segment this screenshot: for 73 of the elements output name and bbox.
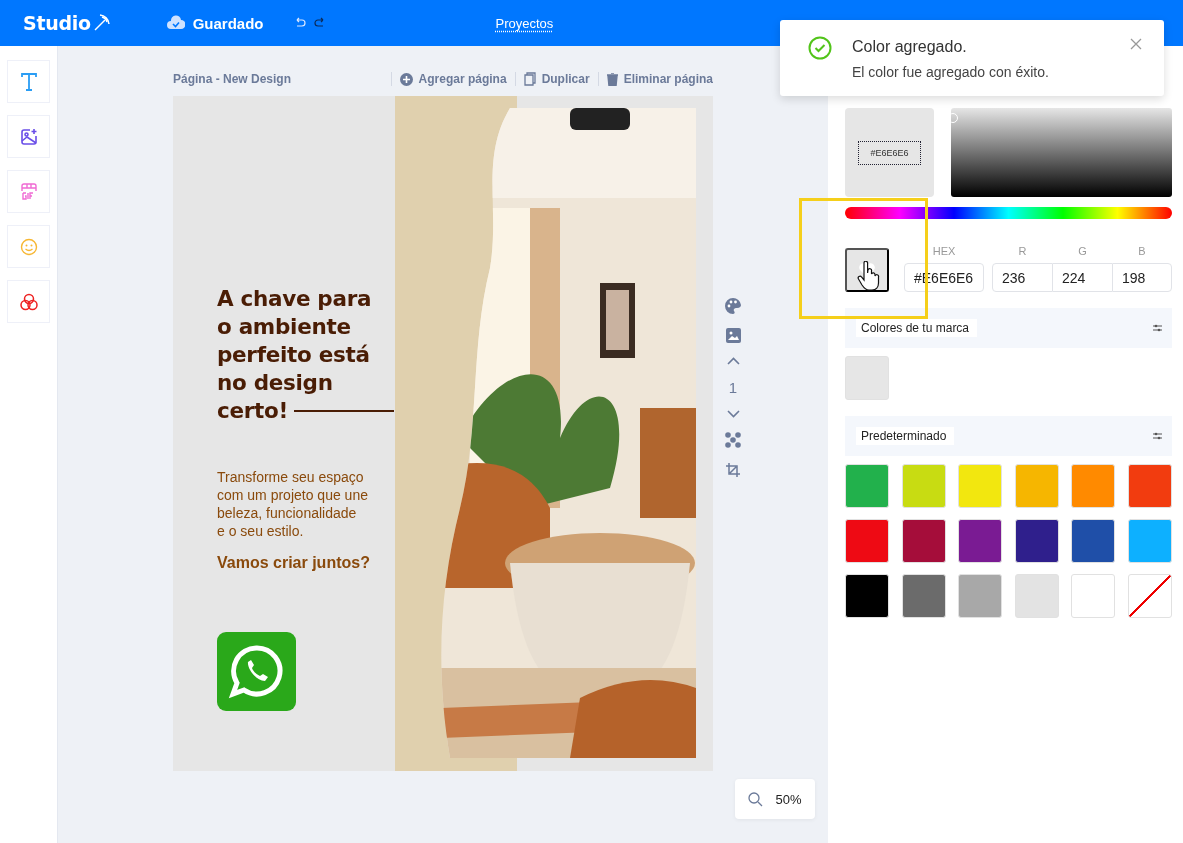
circles-icon: [19, 292, 38, 311]
sliders-icon: [1153, 324, 1162, 332]
g-value-input[interactable]: 224: [1053, 263, 1112, 292]
field-label: HEX: [932, 245, 956, 257]
body-text: Transforme seu espaço com um projeto que une beleza, funcionalidade e o seu estilo.: [217, 468, 368, 540]
gif-tool[interactable]: [7, 170, 50, 213]
color-swatch[interactable]: [901, 464, 946, 508]
image-tool[interactable]: [7, 115, 50, 158]
color-swatch[interactable]: [1014, 519, 1059, 563]
close-icon: [1130, 38, 1142, 50]
preview-hex: #E6E6E6: [858, 140, 921, 165]
save-status: Guardado: [192, 14, 264, 32]
field-label: B: [1138, 245, 1146, 257]
shade-picker[interactable]: [951, 108, 1172, 197]
palette-icon: [725, 298, 741, 314]
grid-dots-icon: [725, 432, 741, 448]
app-logo[interactable]: Studio: [23, 12, 91, 34]
color-swatch[interactable]: [1014, 464, 1059, 508]
page-number: 1: [728, 379, 738, 396]
smiley-icon: [19, 237, 38, 256]
crop-icon: [725, 462, 741, 478]
color-swatch[interactable]: [958, 519, 1003, 563]
color-swatch[interactable]: [901, 519, 946, 563]
hand-cursor-icon: [857, 261, 881, 291]
emoji-tool[interactable]: [7, 225, 50, 268]
page-action[interactable]: Agregar página: [418, 72, 507, 86]
text-tool[interactable]: [7, 60, 50, 103]
page-action[interactable]: Duplicar: [541, 72, 590, 86]
b-value-input[interactable]: 198: [1112, 263, 1172, 292]
color-swatch[interactable]: [1127, 519, 1172, 563]
color-swatch[interactable]: [845, 574, 889, 618]
projects-link[interactable]: Proyectos: [495, 15, 554, 31]
color-swatch[interactable]: [901, 574, 946, 618]
image-add-icon: [19, 127, 38, 146]
chevron-up-icon: [726, 357, 740, 365]
page-title: Página - New Design: [173, 72, 292, 86]
cloud-check-icon: [166, 15, 185, 31]
chat-logo-icon: [217, 632, 296, 711]
color-swatch[interactable]: [1127, 464, 1172, 508]
search-icon: [748, 791, 764, 807]
color-swatch[interactable]: [958, 464, 1003, 508]
color-swatch[interactable]: [1071, 574, 1116, 618]
gif-icon: [18, 181, 39, 202]
shapes-tool[interactable]: [7, 280, 50, 323]
toast-message: El color fue agregado con éxito.: [852, 64, 1049, 80]
call-to-action: Vamos criar juntos?: [217, 554, 370, 572]
sliders-icon: [1153, 432, 1162, 440]
color-swatch[interactable]: [845, 519, 889, 563]
plus-circle-icon: [399, 72, 413, 86]
color-swatch[interactable]: [958, 574, 1003, 618]
redo-icon: [313, 17, 326, 29]
color-swatch[interactable]: [1071, 519, 1116, 563]
color-swatch[interactable]: [845, 464, 889, 508]
close-button[interactable]: [1130, 38, 1142, 52]
no-color-swatch[interactable]: [1127, 574, 1172, 618]
copy-icon: [523, 72, 536, 86]
chevron-down-icon: [726, 410, 740, 418]
field-label: G: [1078, 245, 1087, 257]
image-icon: [725, 328, 741, 343]
headline-end: certo!: [217, 397, 288, 425]
r-value-input[interactable]: 236: [992, 263, 1053, 292]
page-action[interactable]: Eliminar página: [623, 72, 713, 86]
check-circle-icon: [808, 36, 832, 60]
zoom-level[interactable]: 50%: [775, 791, 802, 807]
color-swatch[interactable]: [845, 356, 889, 400]
section-title: Colores de tu marca: [856, 319, 978, 337]
text-icon: [20, 72, 37, 91]
toast-title: Color agregado.: [852, 38, 968, 56]
field-label: R: [1018, 245, 1027, 257]
color-swatch[interactable]: [1071, 464, 1116, 508]
color-swatch[interactable]: [1014, 574, 1059, 618]
trash-icon: [606, 72, 618, 86]
section-title: Predeterminado: [856, 427, 955, 445]
